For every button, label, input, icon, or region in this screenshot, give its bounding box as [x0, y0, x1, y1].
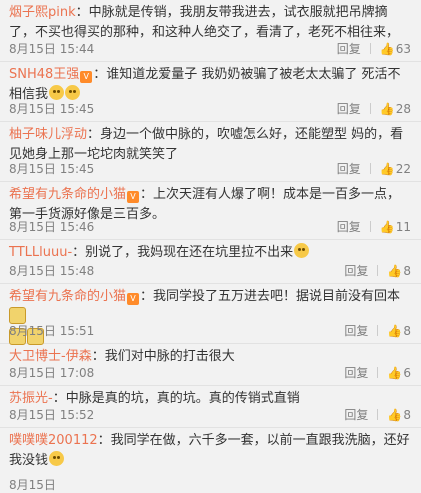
comment-username[interactable]: 希望有九条命的小猫	[9, 187, 126, 202]
comment-time: 8月15日 15:45	[9, 162, 95, 176]
vip-badge-icon: V	[127, 191, 140, 203]
like-button[interactable]: 👍8	[387, 263, 411, 279]
thumb-up-icon: 👍	[379, 162, 395, 176]
comment-content: 烟子熙pink：中脉就是传销，我朋友带我进去，试衣服就把吊牌摘了，不买也得买的那…	[9, 3, 413, 43]
like-count: 6	[403, 366, 411, 380]
comment-username[interactable]: 烟子熙pink	[9, 5, 76, 20]
comment-time: 8月15日 15:46	[9, 220, 95, 234]
reply-button[interactable]: 回复	[344, 263, 368, 279]
comment-list: 烟子熙pink：中脉就是传销，我朋友带我进去，试衣服就把吊牌摘了，不买也得买的那…	[0, 0, 421, 492]
comment-time: 8月15日 15:44	[9, 42, 95, 56]
comment-username[interactable]: SNH48王强	[9, 67, 79, 82]
divider	[377, 367, 379, 378]
vip-badge-icon: V	[80, 71, 93, 83]
thumb-up-icon: 👍	[387, 366, 403, 380]
cat-sticker-icon	[9, 307, 26, 324]
comment-time: 8月15日 15:45	[9, 102, 95, 116]
comment-content: TTLLluuu-：别说了，我妈现在还在坑里拉不出来	[9, 243, 413, 263]
comment-username[interactable]: TTLLluuu-	[9, 245, 72, 260]
comment-item: 柚子味儿浮动：身边一个做中脉的，吹嘘怎么好，还能塑型 妈的，看见她身上那一坨坨肉…	[0, 122, 421, 182]
comment-username[interactable]: 大卫博士-伊森	[9, 349, 92, 364]
comment-meta: 8月15日 17:08 回复 👍6	[9, 365, 411, 381]
emoji-icon	[294, 243, 310, 258]
comment-content: 大卫博士-伊森：我们对中脉的打击很大	[9, 347, 413, 367]
emoji-icon	[49, 85, 65, 100]
like-button[interactable]: 👍8	[387, 407, 411, 423]
comment-item: 苏振光-：中脉是真的坑，真的坑。真的传销式直销 8月15日 15:52 回复 👍8	[0, 386, 421, 428]
reply-button[interactable]: 回复	[337, 41, 361, 57]
comment-item: TTLLluuu-：别说了，我妈现在还在坑里拉不出来 8月15日 15:48 回…	[0, 240, 421, 284]
comment-time: 8月15日 15:52	[9, 408, 95, 422]
reply-button[interactable]: 回复	[344, 323, 368, 339]
like-count: 8	[403, 324, 411, 338]
comment-meta: 8月15日 15:45 回复 👍22	[9, 161, 411, 177]
comment-item: SNH48王强 V ：谁知道龙爱量子 我奶奶被骗了被老太太骗了 死活不相信我 8月1…	[0, 62, 421, 122]
reply-button[interactable]: 回复	[337, 161, 361, 177]
thumb-up-icon: 👍	[387, 324, 403, 338]
comment-meta: 8月15日 15:45 回复 👍28	[9, 101, 411, 117]
emoji-icon	[65, 85, 81, 100]
reply-button[interactable]: 回复	[344, 365, 368, 381]
like-button[interactable]: 👍22	[380, 161, 411, 177]
comment-item: 噗噗噗200112：我同学在做，六千多一套，以前一直跟我洗脑，还好我没钱 8月1…	[0, 428, 421, 492]
divider	[377, 409, 379, 420]
divider	[369, 163, 371, 174]
comment-time: 8月15日	[9, 478, 56, 492]
comment-time: 8月15日 17:08	[9, 366, 95, 380]
comment-item: 希望有九条命的小猫 V ：上次天涯有人爆了啊！成本是一百多一点，第一手货源好像是三百…	[0, 182, 421, 240]
comment-item: 烟子熙pink：中脉就是传销，我朋友带我进去，试衣服就把吊牌摘了，不买也得买的那…	[0, 0, 421, 62]
reply-button[interactable]: 回复	[344, 407, 368, 423]
like-button[interactable]: 👍63	[380, 41, 411, 57]
like-button[interactable]: 👍11	[380, 219, 411, 235]
like-count: 8	[403, 408, 411, 422]
thumb-up-icon: 👍	[379, 220, 395, 234]
emoji-icon	[49, 451, 65, 466]
comment-time: 8月15日 15:48	[9, 264, 95, 278]
comment-meta: 8月15日	[9, 477, 411, 493]
comment-meta: 8月15日 15:44 回复 👍63	[9, 41, 411, 57]
vip-badge-icon: V	[127, 293, 140, 305]
thumb-up-icon: 👍	[387, 264, 403, 278]
comment-meta: 8月15日 15:51 回复 👍8	[9, 323, 411, 339]
like-count: 63	[395, 42, 411, 56]
like-button[interactable]: 👍28	[380, 101, 411, 117]
comment-item: 大卫博士-伊森：我们对中脉的打击很大 8月15日 17:08 回复 👍6	[0, 344, 421, 386]
divider	[369, 103, 371, 114]
like-count: 28	[395, 102, 411, 116]
comment-content: 噗噗噗200112：我同学在做，六千多一套，以前一直跟我洗脑，还好我没钱	[9, 431, 413, 471]
divider	[377, 325, 379, 336]
like-count: 22	[395, 162, 411, 176]
comment-text: ：别说了，我妈现在还在坑里拉不出来	[72, 245, 294, 260]
comment-username[interactable]: 柚子味儿浮动	[9, 127, 87, 142]
comment-text: ：中脉是真的坑，真的坑。真的传销式直销	[52, 391, 300, 406]
comment-content: 柚子味儿浮动：身边一个做中脉的，吹嘘怎么好，还能塑型 妈的，看见她身上那一坨坨肉…	[9, 125, 413, 165]
like-button[interactable]: 👍8	[387, 323, 411, 339]
comment-content: 苏振光-：中脉是真的坑，真的坑。真的传销式直销	[9, 389, 413, 409]
comment-meta: 8月15日 15:46 回复 👍11	[9, 219, 411, 235]
like-count: 11	[395, 220, 411, 234]
divider	[369, 43, 371, 54]
comment-meta: 8月15日 15:52 回复 👍8	[9, 407, 411, 423]
divider	[377, 265, 379, 276]
like-button[interactable]: 👍6	[387, 365, 411, 381]
comment-time: 8月15日 15:51	[9, 324, 95, 338]
like-count: 8	[403, 264, 411, 278]
comment-username[interactable]: 噗噗噗200112	[9, 433, 98, 448]
thumb-up-icon: 👍	[379, 42, 395, 56]
reply-button[interactable]: 回复	[337, 101, 361, 117]
comment-text: ：我们对中脉的打击很大	[91, 349, 235, 364]
comment-text: ：我同学投了五万进去吧！据说目前没有回本	[140, 289, 401, 304]
comment-username[interactable]: 苏振光-	[9, 391, 53, 406]
comment-username[interactable]: 希望有九条命的小猫	[9, 289, 126, 304]
comment-content: 希望有九条命的小猫 V ：我同学投了五万进去吧！据说目前没有回本	[9, 287, 413, 349]
divider	[369, 221, 371, 232]
comment-item: 希望有九条命的小猫 V ：我同学投了五万进去吧！据说目前没有回本 8月15日 15:…	[0, 284, 421, 345]
thumb-up-icon: 👍	[379, 102, 395, 116]
reply-button[interactable]: 回复	[337, 219, 361, 235]
comment-content: SNH48王强 V ：谁知道龙爱量子 我奶奶被骗了被老太太骗了 死活不相信我	[9, 65, 413, 105]
comment-meta: 8月15日 15:48 回复 👍8	[9, 263, 411, 279]
thumb-up-icon: 👍	[387, 408, 403, 422]
